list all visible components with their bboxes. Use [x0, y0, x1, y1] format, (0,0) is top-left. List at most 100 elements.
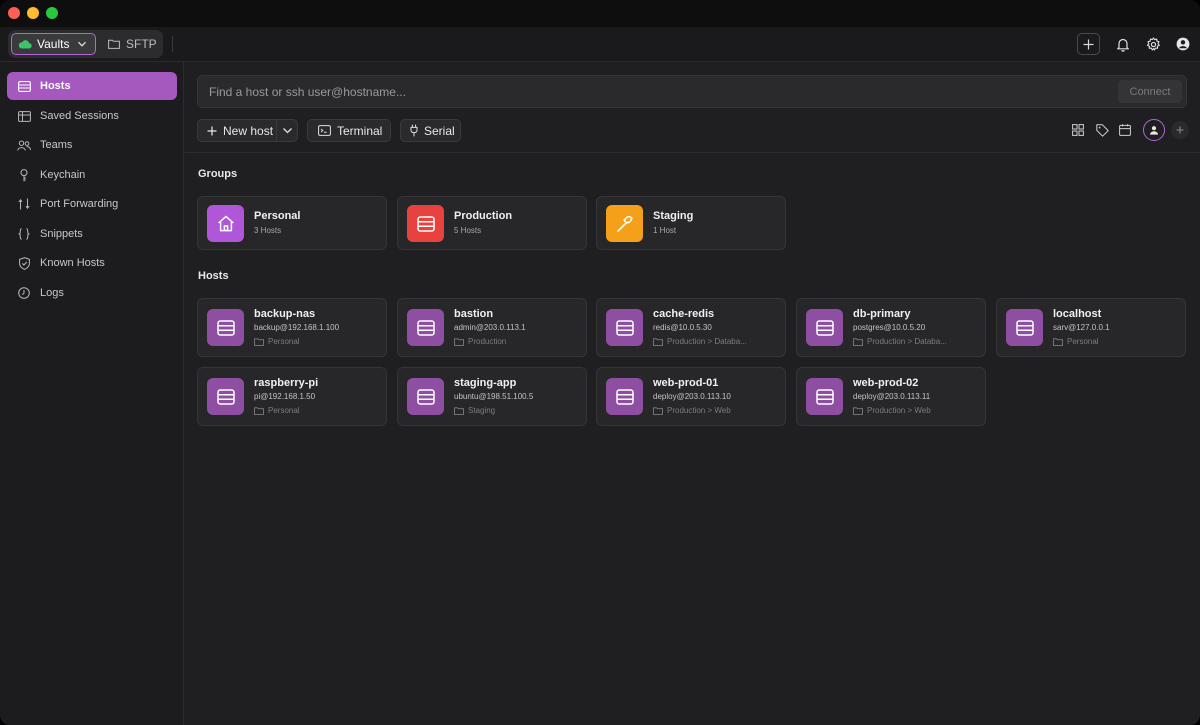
folder-icon [853, 337, 863, 346]
account-button[interactable] [1174, 35, 1192, 53]
host-group-label: Production > Databa... [667, 337, 747, 346]
sidebar-item-label: Keychain [40, 169, 86, 181]
calendar-button[interactable] [1117, 122, 1133, 138]
group-tile [606, 205, 643, 242]
server-icon [216, 319, 235, 336]
folder-icon [254, 337, 264, 346]
sidebar-item-logs[interactable]: Logs [7, 279, 177, 307]
host-card[interactable]: web-prod-02 deploy@203.0.113.11 Production… [796, 367, 986, 426]
host-name: raspberry-pi [254, 377, 319, 389]
minimize-window-button[interactable] [27, 7, 39, 19]
new-host-button[interactable]: New host [197, 119, 298, 142]
grid-view-button[interactable] [1070, 122, 1086, 138]
new-host-label: New host [223, 123, 274, 138]
tags-button[interactable] [1094, 122, 1110, 138]
host-card[interactable]: cache-redis redis@10.0.5.30 Production > D… [596, 298, 786, 357]
sidebar-item-known-hosts[interactable]: Known Hosts [7, 249, 177, 277]
terminal-icon [318, 125, 331, 136]
braces-icon [17, 227, 31, 241]
server-icon [216, 388, 235, 405]
settings-button[interactable] [1144, 35, 1162, 53]
sidebar-item-label: Teams [40, 139, 73, 151]
host-address: sarv@127.0.0.1 [1053, 323, 1110, 332]
saved-sessions-icon [17, 109, 31, 123]
host-tile [407, 378, 444, 415]
group-tile [207, 205, 244, 242]
clock-icon [17, 286, 31, 300]
host-tile [606, 378, 643, 415]
server-icon [615, 319, 634, 336]
server-icon [416, 319, 435, 336]
close-window-button[interactable] [8, 7, 20, 19]
host-card[interactable]: staging-app ubuntu@198.51.100.5 Staging [397, 367, 587, 426]
host-group-path: Personal [254, 337, 384, 346]
chevron-down-icon[interactable] [282, 125, 293, 136]
server-icon [815, 388, 834, 405]
group-card-personal[interactable]: Personal 3 Hosts [197, 196, 387, 250]
host-name: backup-nas [254, 308, 316, 320]
sidebar-item-teams[interactable]: Teams [7, 131, 177, 159]
add-member-button[interactable] [1171, 121, 1189, 139]
notifications-button[interactable] [1114, 35, 1132, 53]
user-circle-icon [1176, 37, 1190, 51]
folder-icon [454, 337, 464, 346]
main-panel: Connect New host Terminal Serial [185, 62, 1200, 725]
sidebar-item-keychain[interactable]: Keychain [7, 161, 177, 189]
host-search-input[interactable] [198, 76, 1108, 107]
sidebar-item-port-forwarding[interactable]: Port Forwarding [7, 190, 177, 218]
sidebar-item-label: Port Forwarding [40, 198, 119, 210]
group-card-production[interactable]: Production 5 Hosts [397, 196, 587, 250]
zoom-window-button[interactable] [46, 7, 58, 19]
host-name: staging-app [454, 377, 517, 389]
host-group-label: Personal [1067, 337, 1099, 346]
host-address: redis@10.0.5.30 [653, 323, 712, 332]
host-tile [1006, 309, 1043, 346]
host-address: admin@203.0.113.1 [454, 323, 526, 332]
home-icon [217, 215, 234, 232]
sidebar-item-hosts[interactable]: Hosts [7, 72, 177, 100]
folder-icon [254, 406, 264, 415]
sftp-tab-label: SFTP [126, 37, 157, 51]
host-group-label: Production > Databa... [867, 337, 947, 346]
host-card[interactable]: backup-nas backup@192.168.1.100 Personal [197, 298, 387, 357]
host-tile [806, 309, 843, 346]
host-group-label: Personal [268, 337, 300, 346]
host-card[interactable]: web-prod-01 deploy@203.0.113.10 Production… [596, 367, 786, 426]
split-divider [276, 120, 277, 141]
host-card[interactable]: bastion admin@203.0.113.1 Production [397, 298, 587, 357]
groups-heading: Groups [198, 168, 238, 180]
tab-separator [172, 36, 173, 52]
host-group-path: Personal [1053, 337, 1183, 346]
host-card[interactable]: localhost sarv@127.0.0.1 Personal [996, 298, 1186, 357]
host-group-path: Production > Web [653, 406, 783, 415]
host-group-path: Personal [254, 406, 384, 415]
host-group-path: Production > Web [853, 406, 983, 415]
connect-button[interactable]: Connect [1118, 80, 1182, 103]
app-window: Vaults SFTP Hosts Saved Sessions Teams K… [0, 0, 1200, 725]
serial-button[interactable]: Serial [400, 119, 461, 142]
group-host-count: 1 Host [653, 226, 677, 235]
server-icon [416, 388, 435, 405]
host-group-path: Production [454, 337, 584, 346]
group-card-staging[interactable]: Staging 1 Host [596, 196, 786, 250]
group-host-count: 3 Hosts [254, 226, 282, 235]
grid-icon [1072, 124, 1084, 136]
new-tab-button[interactable] [1077, 33, 1100, 55]
serial-label: Serial [424, 123, 455, 138]
sftp-tab[interactable]: SFTP [108, 33, 157, 55]
host-group-label: Production [468, 337, 507, 346]
host-name: localhost [1053, 308, 1102, 320]
plug-icon [410, 124, 418, 137]
folder-icon [853, 406, 863, 415]
terminal-button[interactable]: Terminal [307, 119, 391, 142]
sidebar-item-label: Snippets [40, 228, 83, 240]
sidebar-item-snippets[interactable]: Snippets [7, 220, 177, 248]
host-address: ubuntu@198.51.100.5 [454, 392, 534, 401]
host-card[interactable]: raspberry-pi pi@192.168.1.50 Personal [197, 367, 387, 426]
user-avatar-button[interactable] [1143, 119, 1165, 141]
host-tile [207, 378, 244, 415]
server-icon [815, 319, 834, 336]
host-card[interactable]: db-primary postgres@10.0.5.20 Production >… [796, 298, 986, 357]
sidebar-item-saved-sessions[interactable]: Saved Sessions [7, 102, 177, 130]
vaults-tab[interactable]: Vaults [11, 33, 96, 55]
